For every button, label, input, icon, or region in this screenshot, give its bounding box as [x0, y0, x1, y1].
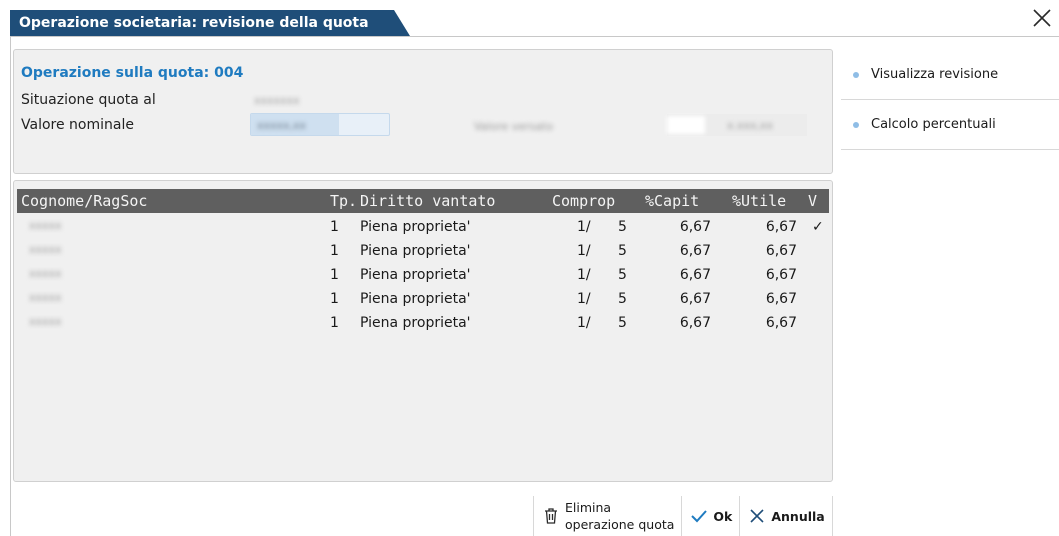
- window-left-border: [10, 36, 11, 536]
- situation-value: xxxxxxx: [254, 94, 300, 107]
- cell-comprop-den: 5: [618, 243, 627, 259]
- delete-label-line1: Elimina: [565, 500, 612, 515]
- cell-comprop-num: 1/: [577, 243, 591, 259]
- table-row[interactable]: xxxxx 1 Piena proprieta' 1/ 5 6,67 6,67: [17, 289, 829, 313]
- col-capit[interactable]: %Capit: [645, 192, 699, 210]
- close-icon[interactable]: [1031, 7, 1053, 29]
- cell-utile: 6,67: [765, 291, 797, 307]
- cell-tp: 1: [330, 315, 339, 331]
- cell-capit: 6,67: [679, 315, 711, 331]
- button-bar: Elimina operazione quota Ok Annulla: [533, 496, 833, 536]
- cell-comprop-den: 5: [618, 291, 627, 307]
- nominal-label: Valore nominale: [21, 117, 134, 133]
- cell-capit: 6,67: [679, 267, 711, 283]
- table-row[interactable]: xxxxx 1 Piena proprieta' 1/ 5 6,67 6,67 …: [17, 217, 829, 241]
- col-cognome[interactable]: Cognome/RagSoc: [21, 192, 147, 210]
- cell-comprop-den: 5: [618, 219, 627, 235]
- quota-info-panel: Operazione sulla quota: 004 Situazione q…: [13, 49, 833, 174]
- ok-button[interactable]: Ok: [681, 496, 740, 536]
- versato-value: x.xxx,xx: [727, 119, 774, 132]
- cell-capit: 6,67: [679, 243, 711, 259]
- cell-tp: 1: [330, 267, 339, 283]
- operation-title: Operazione sulla quota: 004: [21, 65, 244, 81]
- cell-diritto: Piena proprieta': [360, 243, 471, 259]
- holder-name: xxxxx: [29, 243, 62, 256]
- side-menu: Visualizza revisione Calcolo percentuali: [841, 50, 1059, 150]
- nominal-value: xxxxx,xx: [257, 119, 307, 132]
- holder-name: xxxxx: [29, 267, 62, 280]
- side-item-visualizza-revisione[interactable]: Visualizza revisione: [841, 50, 1059, 100]
- window-title: Operazione societaria: revisione della q…: [10, 10, 410, 36]
- cell-capit: 6,67: [679, 291, 711, 307]
- cancel-button[interactable]: Annulla: [739, 496, 833, 536]
- cell-comprop-num: 1/: [577, 267, 591, 283]
- nominal-value-field[interactable]: xxxxx,xx: [250, 113, 390, 136]
- cell-comprop-num: 1/: [577, 291, 591, 307]
- cell-utile: 6,67: [765, 243, 797, 259]
- table-row[interactable]: xxxxx 1 Piena proprieta' 1/ 5 6,67 6,67: [17, 241, 829, 265]
- holders-grid[interactable]: Cognome/RagSoc Tp. Diritto vantato Compr…: [13, 180, 833, 482]
- trash-icon: [545, 508, 557, 524]
- side-item-calcolo-percentuali[interactable]: Calcolo percentuali: [841, 100, 1059, 150]
- delete-label-line2: operazione quota: [565, 517, 675, 532]
- cell-comprop-num: 1/: [577, 219, 591, 235]
- title-divider: [10, 36, 1059, 37]
- cell-diritto: Piena proprieta': [360, 291, 471, 307]
- check-icon: [691, 510, 708, 523]
- cell-tp: 1: [330, 243, 339, 259]
- holder-name: xxxxx: [29, 219, 62, 232]
- cell-comprop-den: 5: [618, 267, 627, 283]
- side-item-label: Visualizza revisione: [871, 67, 999, 82]
- cell-diritto: Piena proprieta': [360, 267, 471, 283]
- cell-comprop-num: 1/: [577, 315, 591, 331]
- bullet-icon: [853, 122, 859, 128]
- col-diritto[interactable]: Diritto vantato: [360, 192, 495, 210]
- situation-label: Situazione quota al: [21, 92, 156, 108]
- holder-name: xxxxx: [29, 315, 62, 328]
- cell-diritto: Piena proprieta': [360, 315, 471, 331]
- delete-operation-button[interactable]: Elimina operazione quota: [533, 496, 682, 536]
- col-utile[interactable]: %Utile: [732, 192, 786, 210]
- cell-utile: 6,67: [765, 219, 797, 235]
- side-item-label: Calcolo percentuali: [871, 117, 996, 132]
- versato-label: Valore versato: [474, 120, 554, 133]
- grid-header: Cognome/RagSoc Tp. Diritto vantato Compr…: [17, 189, 829, 213]
- versato-value-field: x.xxx,xx: [667, 114, 807, 136]
- table-row[interactable]: xxxxx 1 Piena proprieta' 1/ 5 6,67 6,67: [17, 313, 829, 337]
- cell-tp: 1: [330, 219, 339, 235]
- cancel-label: Annulla: [771, 508, 825, 524]
- close-icon: [750, 509, 764, 523]
- col-v[interactable]: V: [808, 192, 817, 210]
- cell-capit: 6,67: [679, 219, 711, 235]
- check-icon: ✓: [812, 219, 824, 235]
- cell-tp: 1: [330, 291, 339, 307]
- ok-label: Ok: [713, 508, 733, 524]
- cell-utile: 6,67: [765, 315, 797, 331]
- cell-utile: 6,67: [765, 267, 797, 283]
- title-bar: Operazione societaria: revisione della q…: [0, 0, 1059, 38]
- bullet-icon: [853, 72, 859, 78]
- cell-diritto: Piena proprieta': [360, 219, 471, 235]
- col-comprop[interactable]: Comprop: [552, 192, 615, 210]
- col-tp[interactable]: Tp.: [330, 192, 357, 210]
- cell-comprop-den: 5: [618, 315, 627, 331]
- holder-name: xxxxx: [29, 291, 62, 304]
- versato-blur-box: [667, 116, 705, 134]
- table-row[interactable]: xxxxx 1 Piena proprieta' 1/ 5 6,67 6,67: [17, 265, 829, 289]
